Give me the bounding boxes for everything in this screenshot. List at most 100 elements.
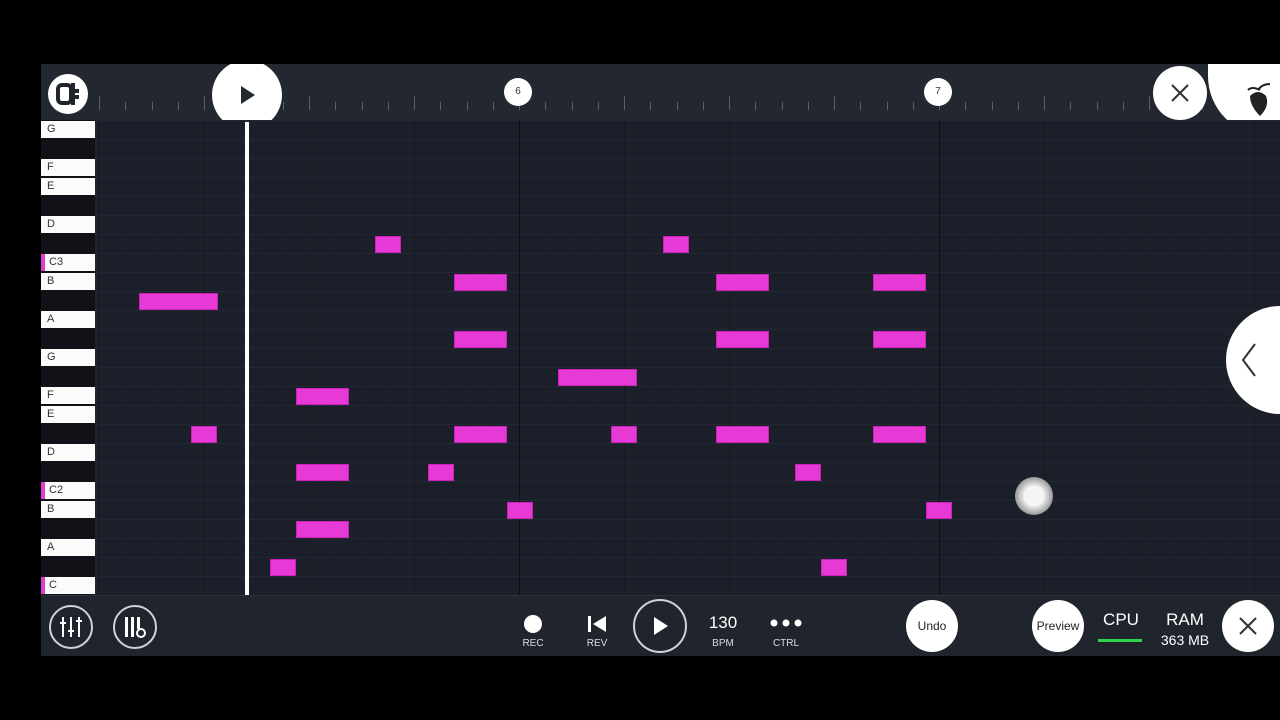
- midi-note[interactable]: [926, 502, 952, 519]
- grid-row-line: [97, 481, 1280, 482]
- ruler-tick: [571, 102, 573, 110]
- playhead-line[interactable]: [245, 122, 249, 656]
- piano-key-b[interactable]: B: [41, 501, 95, 518]
- ruler-tick: [755, 102, 757, 110]
- midi-note[interactable]: [139, 293, 218, 310]
- midi-note[interactable]: [191, 426, 217, 443]
- midi-note[interactable]: [454, 426, 507, 443]
- grid-column-line: [965, 120, 967, 595]
- midi-note[interactable]: [454, 331, 507, 348]
- piano-key-d[interactable]: D: [41, 216, 95, 233]
- midi-note[interactable]: [296, 464, 349, 481]
- grid-row-line: [97, 272, 1280, 273]
- ruler-tick: [492, 102, 494, 110]
- grid-row-line: [97, 234, 1280, 235]
- piano-key-g[interactable]: G: [41, 349, 95, 366]
- grid-row-line: [97, 519, 1280, 520]
- midi-note[interactable]: [716, 426, 769, 443]
- fl-fruit-icon: [1247, 83, 1271, 116]
- grid-row-line: [97, 196, 1280, 197]
- bar-marker-6[interactable]: 6: [504, 78, 532, 106]
- transport-play-button[interactable]: [633, 599, 687, 653]
- ruler-tick: [309, 96, 310, 110]
- piano-roll-app: 6 7 G F E D C3 B A G F E D C2 B A C REC …: [41, 64, 1280, 656]
- ruler-tick: [387, 102, 389, 110]
- tempo-unit-label: BPM: [712, 638, 734, 649]
- midi-note[interactable]: [428, 464, 454, 481]
- midi-note[interactable]: [611, 426, 637, 443]
- logo-icon: [56, 83, 79, 105]
- bottom-toolbar: REC REV 130 BPM CTRL Undo Preview CPU RA…: [41, 595, 1280, 656]
- piano-keyboard[interactable]: G F E D C3 B A G F E D C2 B A C: [41, 120, 95, 595]
- grid-column-line: [1149, 120, 1150, 595]
- logo-button[interactable]: [48, 74, 88, 114]
- grid-column-line: [466, 120, 468, 595]
- midi-note[interactable]: [270, 559, 296, 576]
- midi-note[interactable]: [663, 236, 689, 253]
- piano-key-f[interactable]: F: [41, 159, 95, 176]
- midi-note[interactable]: [296, 521, 349, 538]
- grid-column-line: [834, 120, 835, 595]
- ruler-tick: [440, 102, 442, 110]
- rewind-button[interactable]: [585, 613, 609, 635]
- ram-label: RAM: [1166, 610, 1204, 629]
- midi-note[interactable]: [558, 369, 637, 386]
- grid-column-line: [1017, 120, 1019, 595]
- grid-row-line: [97, 120, 1280, 121]
- midi-note[interactable]: [375, 236, 401, 253]
- ruler-tick: [177, 102, 179, 110]
- piano-key-f[interactable]: F: [41, 387, 95, 404]
- grid-column-line: [676, 120, 678, 595]
- grid-column-line: [440, 120, 442, 595]
- grid-column-line: [597, 120, 599, 595]
- piano-key-e[interactable]: E: [41, 178, 95, 195]
- midi-note[interactable]: [873, 426, 926, 443]
- note-grid[interactable]: [97, 120, 1280, 595]
- piano-key-g[interactable]: G: [41, 121, 95, 138]
- midi-note[interactable]: [507, 502, 533, 519]
- piano-key-c3[interactable]: C3: [41, 254, 95, 271]
- piano-key-a[interactable]: A: [41, 311, 95, 328]
- grid-column-line: [282, 120, 284, 595]
- midi-note[interactable]: [795, 464, 821, 481]
- ruler-tick: [702, 102, 704, 110]
- midi-note[interactable]: [716, 331, 769, 348]
- bar-marker-7[interactable]: 7: [924, 78, 952, 106]
- midi-note[interactable]: [296, 388, 349, 405]
- ram-value: 363 MB: [1160, 632, 1210, 648]
- piano-roll-settings-button[interactable]: [113, 605, 157, 649]
- grid-column-line: [702, 120, 704, 595]
- midi-note[interactable]: [821, 559, 847, 576]
- record-label: REC: [522, 638, 544, 649]
- ruler-tick: [781, 102, 783, 110]
- piano-key-e[interactable]: E: [41, 406, 95, 423]
- rewind-label: REV: [586, 638, 608, 649]
- grid-column-line: [650, 120, 652, 595]
- close-button[interactable]: [1222, 600, 1274, 652]
- midi-note[interactable]: [716, 274, 769, 291]
- ctrl-button[interactable]: [766, 613, 806, 633]
- grid-row-line: [97, 291, 1280, 292]
- piano-key-a[interactable]: A: [41, 539, 95, 556]
- midi-note[interactable]: [873, 331, 926, 348]
- close-piano-roll-button[interactable]: [1153, 66, 1207, 120]
- record-button[interactable]: [524, 615, 542, 633]
- ruler-tick: [834, 96, 835, 110]
- grid-column-line: [1201, 120, 1203, 595]
- mixer-button[interactable]: [49, 605, 93, 649]
- piano-key-b[interactable]: B: [41, 273, 95, 290]
- preview-button[interactable]: Preview: [1032, 600, 1084, 652]
- midi-note[interactable]: [873, 274, 926, 291]
- grid-column-line: [545, 120, 547, 595]
- undo-button[interactable]: Undo: [906, 600, 958, 652]
- grid-row-line: [97, 462, 1280, 463]
- piano-key-d[interactable]: D: [41, 444, 95, 461]
- mixer-icon: [60, 617, 82, 637]
- ruler-tick: [624, 96, 625, 110]
- ruler-tick: [125, 102, 127, 110]
- ruler-tick: [151, 102, 153, 110]
- tempo-value[interactable]: 130: [701, 613, 745, 633]
- midi-note[interactable]: [454, 274, 507, 291]
- piano-key-c[interactable]: C: [41, 577, 95, 594]
- piano-key-c2[interactable]: C2: [41, 482, 95, 499]
